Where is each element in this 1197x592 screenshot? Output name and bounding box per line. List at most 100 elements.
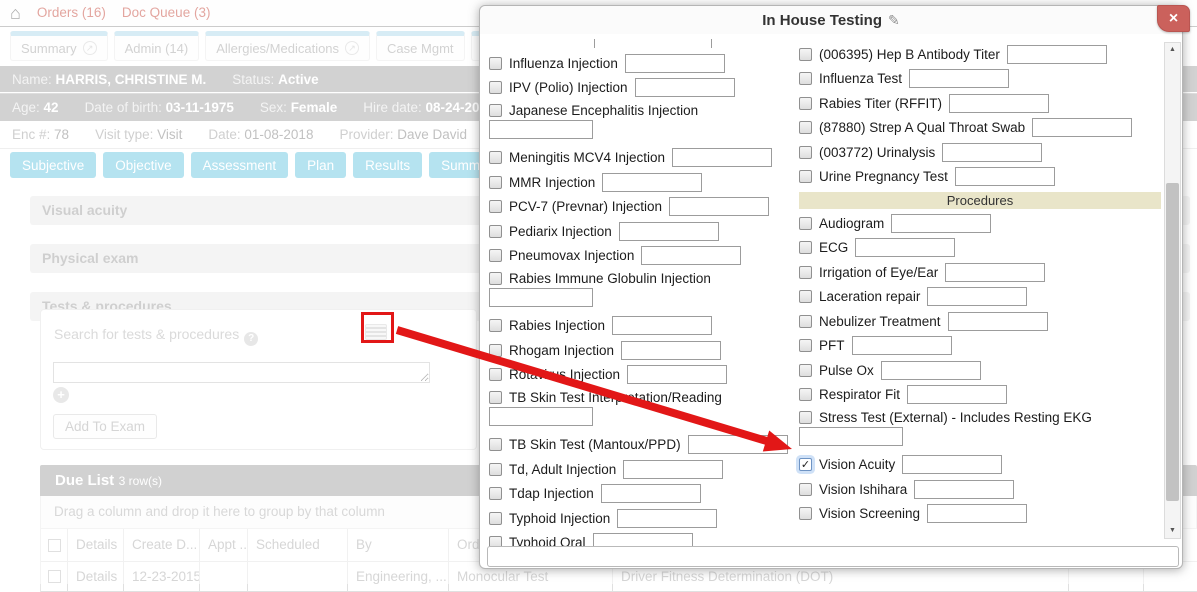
input-meningitis-mcv4-injection[interactable] — [672, 148, 772, 167]
input-urine-pregnancy-test[interactable] — [955, 167, 1055, 186]
checkbox-pcv-7-prevnar-injection[interactable] — [489, 200, 502, 213]
checkbox-vision-screening[interactable] — [799, 507, 812, 520]
input-rabies-injection[interactable] — [612, 316, 712, 335]
checkbox-006395-hep-b-antibody-titer[interactable] — [799, 48, 812, 61]
test-item-vision-ishihara: Vision Ishihara — [799, 477, 1161, 502]
scrollbar[interactable]: ▲ ▼ — [1164, 42, 1181, 539]
input-pulse-ox[interactable] — [881, 361, 981, 380]
input-tdap-injection[interactable] — [601, 484, 701, 503]
checkbox-pulse-ox[interactable] — [799, 364, 812, 377]
test-item-rabies-titer-rffit: Rabies Titer (RFFIT) — [799, 91, 1161, 116]
checkbox-ipv-polio-injection[interactable] — [489, 81, 502, 94]
test-item-label: Irrigation of Eye/Ear — [819, 265, 938, 280]
test-item-label: TB Skin Test Interpretation/Reading — [509, 390, 722, 405]
checkbox-td-adult-injection[interactable] — [489, 463, 502, 476]
checkbox-rabies-injection[interactable] — [489, 319, 502, 332]
checkbox-respirator-fit[interactable] — [799, 388, 812, 401]
input-mmr-injection[interactable] — [602, 173, 702, 192]
checkbox-87880-strep-a-qual-throat-swab[interactable] — [799, 121, 812, 134]
input-003772-urinalysis[interactable] — [942, 143, 1042, 162]
input-vision-screening[interactable] — [927, 504, 1027, 523]
checkbox-japanese-encephalitis-injection[interactable] — [489, 104, 502, 117]
input-pediarix-injection[interactable] — [619, 222, 719, 241]
checkbox-nebulizer-treatment[interactable] — [799, 315, 812, 328]
test-item-td-adult-injection: Td, Adult Injection — [489, 457, 795, 482]
input-pneumovax-injection[interactable] — [641, 246, 741, 265]
input-japanese-encephalitis-injection[interactable] — [489, 120, 593, 139]
edit-pencil-icon[interactable]: ✎ — [888, 12, 900, 28]
checkbox-influenza-injection[interactable] — [489, 57, 502, 70]
checkbox-tb-skin-test-mantoux-ppd[interactable] — [489, 438, 502, 451]
input-stress-test-external-includes-resting-ekg[interactable] — [799, 427, 903, 446]
test-item-pulse-ox: Pulse Ox — [799, 358, 1161, 383]
test-item-pneumovax-injection: Pneumovax Injection — [489, 244, 795, 269]
checkbox-urine-pregnancy-test[interactable] — [799, 170, 812, 183]
input-irrigation-of-eye-ear[interactable] — [945, 263, 1045, 282]
input-pft[interactable] — [852, 336, 952, 355]
checkbox-typhoid-injection[interactable] — [489, 512, 502, 525]
dialog-titlebar[interactable]: In House Testing ✎ — [480, 6, 1182, 34]
checkbox-stress-test-external-includes-resting-ekg[interactable] — [799, 411, 812, 424]
input-typhoid-injection[interactable] — [617, 509, 717, 528]
checkbox-pneumovax-injection[interactable] — [489, 249, 502, 262]
input-tb-skin-test-interpretation-reading[interactable] — [489, 407, 593, 426]
test-item-label: Td, Adult Injection — [509, 462, 616, 477]
input-ecg[interactable] — [855, 238, 955, 257]
test-item-label: Rhogam Injection — [509, 343, 614, 358]
checkbox-audiogram[interactable] — [799, 217, 812, 230]
test-item-stress-test-external-includes-resting-ekg: Stress Test (External) - Includes Restin… — [799, 407, 1161, 453]
test-item-label: (87880) Strep A Qual Throat Swab — [819, 120, 1025, 135]
scrollbar-thumb[interactable] — [1166, 183, 1179, 501]
input-audiogram[interactable] — [891, 214, 991, 233]
checkbox-ecg[interactable] — [799, 241, 812, 254]
checkbox-003772-urinalysis[interactable] — [799, 146, 812, 159]
input-laceration-repair[interactable] — [927, 287, 1027, 306]
test-item-label: Influenza Test — [819, 71, 902, 86]
checkbox-pft[interactable] — [799, 339, 812, 352]
input-ipv-polio-injection[interactable] — [635, 78, 735, 97]
test-item-irrigation-of-eye-ear: Irrigation of Eye/Ear — [799, 260, 1161, 285]
scroll-down-icon[interactable]: ▼ — [1165, 524, 1180, 538]
input-vision-ishihara[interactable] — [914, 480, 1014, 499]
input-influenza-test[interactable] — [909, 69, 1009, 88]
input-influenza-injection[interactable] — [625, 54, 725, 73]
checkbox-pediarix-injection[interactable] — [489, 225, 502, 238]
test-item-label: Pulse Ox — [819, 363, 874, 378]
checkbox-rotavirus-injection[interactable] — [489, 368, 502, 381]
input-pcv-7-prevnar-injection[interactable] — [669, 197, 769, 216]
checkbox-mmr-injection[interactable] — [489, 176, 502, 189]
test-item-label: Japanese Encephalitis Injection — [509, 103, 698, 118]
dialog-footer-input[interactable] — [487, 546, 1179, 567]
checkbox-influenza-test[interactable] — [799, 72, 812, 85]
input-respirator-fit[interactable] — [907, 385, 1007, 404]
checkbox-rabies-titer-rffit[interactable] — [799, 97, 812, 110]
checkbox-tb-skin-test-interpretation-reading[interactable] — [489, 391, 502, 404]
input-nebulizer-treatment[interactable] — [948, 312, 1048, 331]
input-rhogam-injection[interactable] — [621, 341, 721, 360]
test-item-label: MMR Injection — [509, 175, 595, 190]
checkbox-irrigation-of-eye-ear[interactable] — [799, 266, 812, 279]
test-item-pft: PFT — [799, 334, 1161, 359]
checkbox-vision-acuity[interactable]: ✓ — [799, 458, 812, 471]
input-rotavirus-injection[interactable] — [627, 365, 727, 384]
checkbox-rabies-immune-globulin-injection[interactable] — [489, 272, 502, 285]
input-rabies-titer-rffit[interactable] — [949, 94, 1049, 113]
close-button[interactable]: × — [1157, 5, 1190, 32]
checkbox-meningitis-mcv4-injection[interactable] — [489, 151, 502, 164]
dialog-title: In House Testing — [762, 12, 882, 29]
input-vision-acuity[interactable] — [902, 455, 1002, 474]
input-87880-strep-a-qual-throat-swab[interactable] — [1032, 118, 1132, 137]
test-item-label: Audiogram — [819, 216, 884, 231]
input-006395-hep-b-antibody-titer[interactable] — [1007, 45, 1107, 64]
cutoff-input[interactable] — [594, 39, 712, 48]
checkbox-tdap-injection[interactable] — [489, 487, 502, 500]
input-td-adult-injection[interactable] — [623, 460, 723, 479]
checkbox-rhogam-injection[interactable] — [489, 344, 502, 357]
test-item-mmr-injection: MMR Injection — [489, 170, 795, 195]
test-item-urine-pregnancy-test: Urine Pregnancy Test — [799, 165, 1161, 190]
input-rabies-immune-globulin-injection[interactable] — [489, 288, 593, 307]
checkbox-laceration-repair[interactable] — [799, 290, 812, 303]
checkbox-vision-ishihara[interactable] — [799, 483, 812, 496]
scroll-up-icon[interactable]: ▲ — [1165, 43, 1180, 57]
input-tb-skin-test-mantoux-ppd[interactable] — [688, 435, 788, 454]
